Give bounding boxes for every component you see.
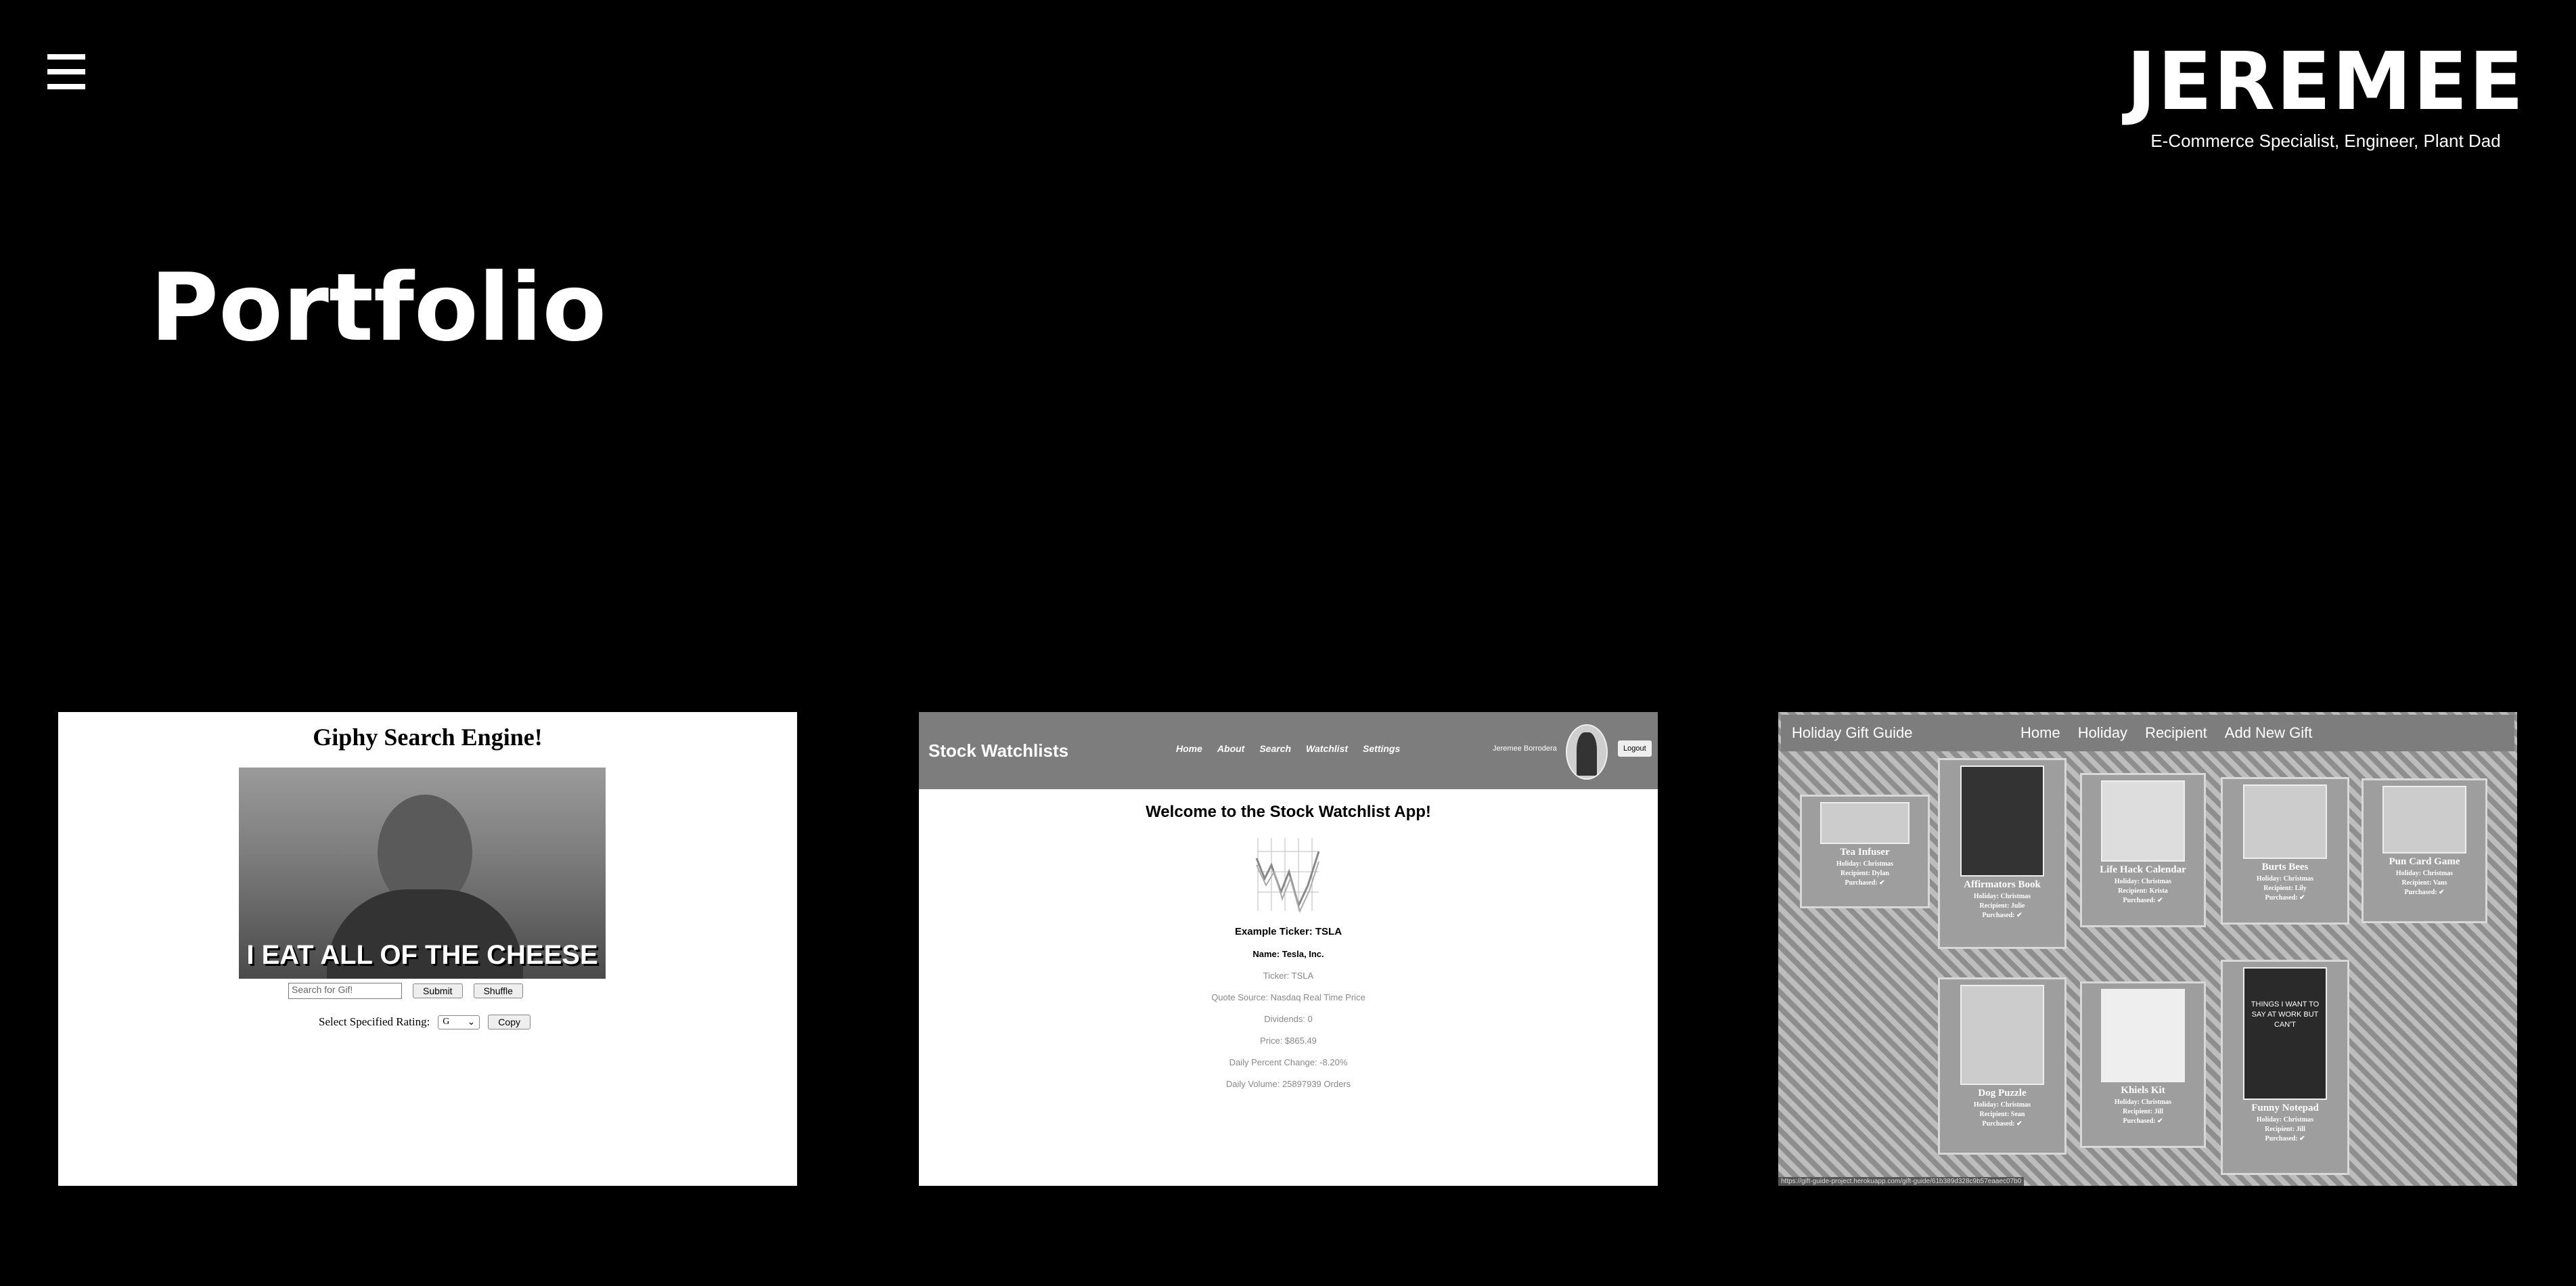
gift-name: Funny Notepad: [2251, 1103, 2319, 1113]
stock-daily-volume: Daily Volume: 25897939 Orders: [1225, 1079, 1351, 1089]
gift-purchased: Purchased: ✔: [1845, 879, 1885, 887]
gift-recipient: Recipient: Julie: [1979, 902, 2025, 910]
nav-home[interactable]: Home: [1176, 743, 1202, 754]
brand-tagline: E-Commerce Specialist, Engineer, Plant D…: [2150, 131, 2501, 151]
stock-name: Name: Tesla, Inc.: [1252, 949, 1324, 959]
gift-holiday: Holiday: Christmas: [2256, 875, 2314, 883]
gift-name: Tea Infuser: [1840, 847, 1890, 858]
gift-card[interactable]: Pun Card Game Holiday: Christmas Recipie…: [2362, 778, 2487, 923]
gift-recipient: Recipient: Dylan: [1840, 870, 1889, 877]
gift-image: [2243, 784, 2327, 859]
nav-watchlist[interactable]: Watchlist: [1306, 743, 1348, 754]
gift-holiday: Holiday: Christmas: [2256, 1116, 2314, 1124]
stock-brand[interactable]: Stock Watchlists: [928, 740, 1068, 761]
page-title: Portfolio: [150, 253, 607, 362]
gift-purchased: Purchased: ✔: [2404, 889, 2445, 896]
gift-name: Burts Bees: [2261, 862, 2309, 872]
site-brand[interactable]: JEREMEE E-Commerce Specialist, Engineer,…: [2123, 37, 2529, 152]
project-card-stock-watchlist[interactable]: Stock Watchlists Home About Search Watch…: [919, 712, 1658, 1186]
stock-header: Stock Watchlists Home About Search Watch…: [919, 712, 1658, 789]
gift-holiday: Holiday: Christmas: [2114, 1099, 2172, 1106]
gift-image: [2101, 989, 2185, 1082]
gift-purchased: Purchased: ✔: [2123, 897, 2163, 904]
logout-button[interactable]: Logout: [1618, 740, 1652, 757]
giphy-title: Giphy Search Engine!: [313, 724, 543, 751]
gift-recipient: Recipient: Lily: [2263, 885, 2307, 892]
gift-recipient: Recipient: Jill: [2123, 1108, 2163, 1115]
stock-dividends: Dividends: 0: [1264, 1014, 1313, 1024]
gift-recipient: Recipient: Jill: [2265, 1126, 2305, 1133]
gift-holiday: Holiday: Christmas: [2114, 878, 2172, 885]
stock-quote-source: Quote Source: Nasdaq Real Time Price: [1211, 992, 1365, 1002]
gift-image: [1960, 766, 2044, 877]
stock-nav: Home About Search Watchlist Settings: [1176, 743, 1400, 754]
gift-header: Holiday Gift Guide Home Holiday Recipien…: [1781, 715, 2514, 751]
gift-name: Life Hack Calendar: [2100, 864, 2186, 875]
gift-image: [2382, 786, 2466, 853]
example-ticker: Example Ticker: TSLA: [1234, 926, 1342, 937]
copy-button[interactable]: Copy: [488, 1015, 530, 1029]
nav-recipient[interactable]: Recipient: [2145, 724, 2207, 742]
hamburger-menu-icon[interactable]: [47, 54, 85, 100]
shuffle-button[interactable]: Shuffle: [473, 983, 523, 998]
gift-holiday: Holiday: Christmas: [1973, 893, 2031, 900]
chevron-down-icon: ⌄: [467, 1017, 476, 1027]
gift-card[interactable]: Khiels Kit Holiday: Christmas Recipient:…: [2080, 981, 2206, 1148]
brand-name: JEREMEE: [2126, 35, 2525, 128]
nav-settings[interactable]: Settings: [1363, 743, 1400, 754]
gift-image: [2101, 780, 2185, 862]
rating-label: Select Specified Rating:: [319, 1015, 430, 1028]
gift-card[interactable]: Tea Infuser Holiday: Christmas Recipient…: [1800, 795, 1930, 908]
stock-chart-icon: [1255, 838, 1320, 913]
gift-recipient: Recipient: Vans: [2401, 879, 2447, 887]
gift-name: Pun Card Game: [2389, 856, 2460, 867]
stock-welcome: Welcome to the Stock Watchlist App!: [1146, 803, 1431, 821]
gift-card[interactable]: Burts Bees Holiday: Christmas Recipient:…: [2221, 777, 2349, 925]
rating-value: G: [443, 1016, 450, 1027]
gift-purchased: Purchased: ✔: [2123, 1117, 2163, 1125]
status-url: https://gift-guide-project.herokuapp.com…: [1778, 1177, 2025, 1186]
gift-purchased: Purchased: ✔: [2265, 1135, 2305, 1143]
gift-holiday: Holiday: Christmas: [2395, 870, 2454, 877]
gift-recipient: Recipient: Sean: [1979, 1111, 2025, 1118]
rating-select[interactable]: G ⌄: [438, 1015, 480, 1029]
nav-holiday[interactable]: Holiday: [2078, 724, 2127, 742]
nav-home[interactable]: Home: [2020, 724, 2060, 742]
nav-search[interactable]: Search: [1259, 743, 1291, 754]
gift-card[interactable]: THINGS I WANT TO SAY AT WORK BUT CAN'T F…: [2221, 960, 2349, 1175]
gift-holiday: Holiday: Christmas: [1836, 860, 1894, 868]
gift-purchased: Purchased: ✔: [1982, 1120, 2023, 1128]
notepad-text: THINGS I WANT TO SAY AT WORK BUT CAN'T: [2251, 1000, 2320, 1029]
nav-about[interactable]: About: [1217, 743, 1244, 754]
gif-caption: I EAT ALL OF THE CHEESE: [246, 940, 598, 970]
gift-name: Dog Puzzle: [1978, 1088, 2027, 1099]
gif-preview: I EAT ALL OF THE CHEESE: [239, 768, 606, 979]
stock-ticker: Ticker: TSLA: [1263, 971, 1314, 981]
stock-daily-change: Daily Percent Change: -8.20%: [1229, 1057, 1348, 1067]
avatar: [1566, 724, 1608, 780]
gift-purchased: Purchased: ✔: [2265, 894, 2305, 902]
gift-name: Khiels Kit: [2121, 1085, 2165, 1096]
gift-holiday: Holiday: Christmas: [1973, 1101, 2031, 1109]
gift-image: [1820, 802, 1910, 844]
nav-add-new-gift[interactable]: Add New Gift: [2225, 724, 2313, 742]
gift-image: [1960, 985, 2044, 1085]
gift-nav: Home Holiday Recipient Add New Gift: [2020, 724, 2312, 742]
project-card-holiday-gift-guide[interactable]: Holiday Gift Guide Home Holiday Recipien…: [1778, 712, 2517, 1186]
gift-brand[interactable]: Holiday Gift Guide: [1792, 724, 1913, 742]
gift-card[interactable]: Dog Puzzle Holiday: Christmas Recipient:…: [1938, 977, 2066, 1155]
gift-card[interactable]: Affirmators Book Holiday: Christmas Reci…: [1938, 758, 2066, 949]
project-card-giphy[interactable]: Giphy Search Engine! I EAT ALL OF THE CH…: [58, 712, 797, 1186]
gift-card[interactable]: Life Hack Calendar Holiday: Christmas Re…: [2080, 773, 2206, 927]
gift-name: Affirmators Book: [1964, 879, 2041, 890]
user-name: Jeremee Borrodera: [1493, 745, 1557, 753]
gift-purchased: Purchased: ✔: [1982, 912, 2023, 919]
submit-button[interactable]: Submit: [413, 983, 463, 998]
gift-recipient: Recipient: Krista: [2118, 887, 2168, 895]
gif-search-input[interactable]: Search for Gif!: [288, 983, 402, 999]
stock-price: Price: $865.49: [1260, 1036, 1317, 1046]
gift-image: THINGS I WANT TO SAY AT WORK BUT CAN'T: [2243, 967, 2327, 1100]
